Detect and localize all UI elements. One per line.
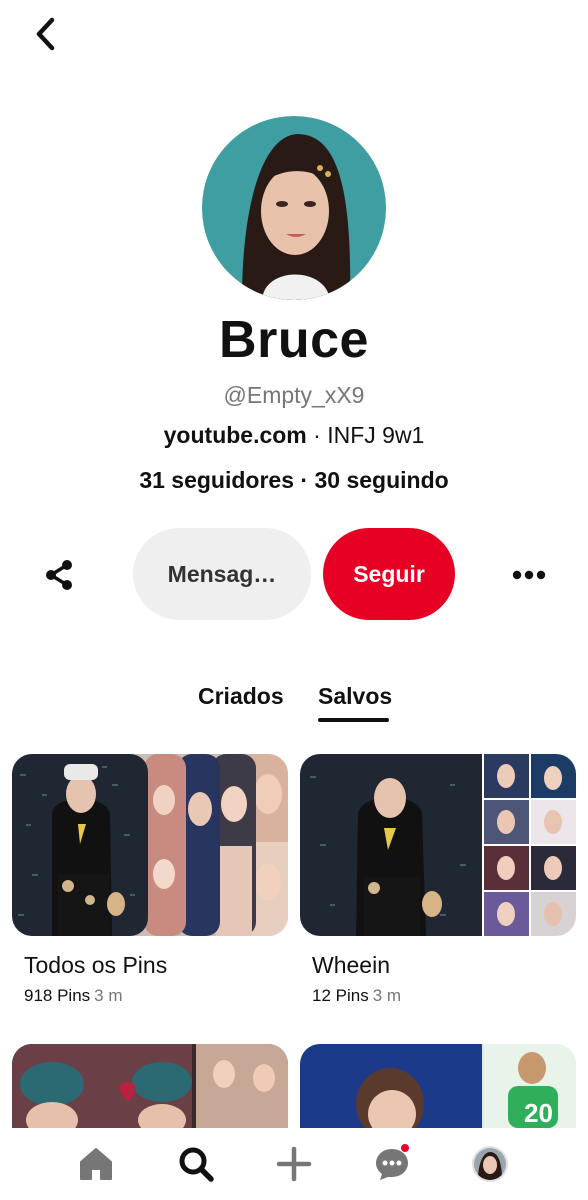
board-cover: 20	[300, 1044, 576, 1128]
nav-profile[interactable]	[462, 1136, 518, 1192]
board-age: 3 m	[372, 986, 402, 1005]
back-button[interactable]	[26, 14, 66, 54]
board-meta: 918 Pins 3 m	[24, 986, 123, 1006]
home-icon	[80, 1148, 112, 1180]
notification-dot	[400, 1143, 410, 1153]
search-icon	[179, 1147, 214, 1182]
follow-button[interactable]: Seguir	[323, 528, 455, 620]
stats-separator: ·	[294, 467, 315, 493]
active-tab-indicator	[318, 718, 389, 722]
board-meta: 12 Pins 3 m	[312, 986, 401, 1006]
nav-home[interactable]	[68, 1136, 124, 1192]
chevron-left-icon	[36, 17, 55, 51]
nav-create[interactable]	[266, 1136, 322, 1192]
nav-messages[interactable]	[364, 1136, 420, 1192]
followers-count[interactable]: 31 seguidores	[139, 467, 294, 493]
svg-text:20: 20	[524, 1098, 553, 1128]
board-title: Wheein	[312, 952, 390, 978]
board-pin-count: 12 Pins	[312, 986, 369, 1005]
message-button[interactable]: Mensag…	[133, 528, 311, 620]
tab-created[interactable]: Criados	[198, 683, 284, 710]
board-card[interactable]: Wheein 12 Pins 3 m	[300, 754, 576, 1012]
board-title: Todos os Pins	[24, 952, 168, 978]
profile-bio: INFJ 9w1	[327, 422, 425, 448]
profile-info: youtube.com · INFJ 9w1	[0, 422, 588, 449]
bottom-nav	[0, 1128, 588, 1200]
board-cover	[12, 1044, 288, 1128]
bio-separator: ·	[306, 422, 328, 448]
nav-search[interactable]	[168, 1136, 224, 1192]
profile-name: Bruce	[219, 311, 369, 369]
board-pin-count: 918 Pins	[24, 986, 91, 1005]
board-age: 3 m	[94, 986, 123, 1005]
board-card[interactable]: Todos os Pins 918 Pins 3 m	[12, 754, 288, 1012]
share-button[interactable]	[36, 552, 82, 598]
profile-username: @Empty_xX9	[223, 382, 365, 408]
more-button[interactable]	[506, 552, 552, 598]
profile-stats: 31 seguidores · 30 seguindo	[0, 467, 588, 494]
profile-avatar[interactable]	[202, 116, 386, 300]
board-cover	[12, 754, 288, 936]
plus-icon	[276, 1146, 312, 1182]
avatar-icon	[472, 1146, 508, 1182]
share-icon	[46, 560, 72, 590]
tab-saved[interactable]: Salvos	[318, 683, 392, 710]
board-card[interactable]	[12, 1044, 288, 1128]
more-horizontal-icon	[512, 570, 546, 580]
board-card[interactable]: 20	[300, 1044, 576, 1128]
following-count[interactable]: 30 seguindo	[314, 467, 448, 493]
board-cover	[300, 754, 576, 936]
website-link[interactable]: youtube.com	[164, 422, 307, 448]
